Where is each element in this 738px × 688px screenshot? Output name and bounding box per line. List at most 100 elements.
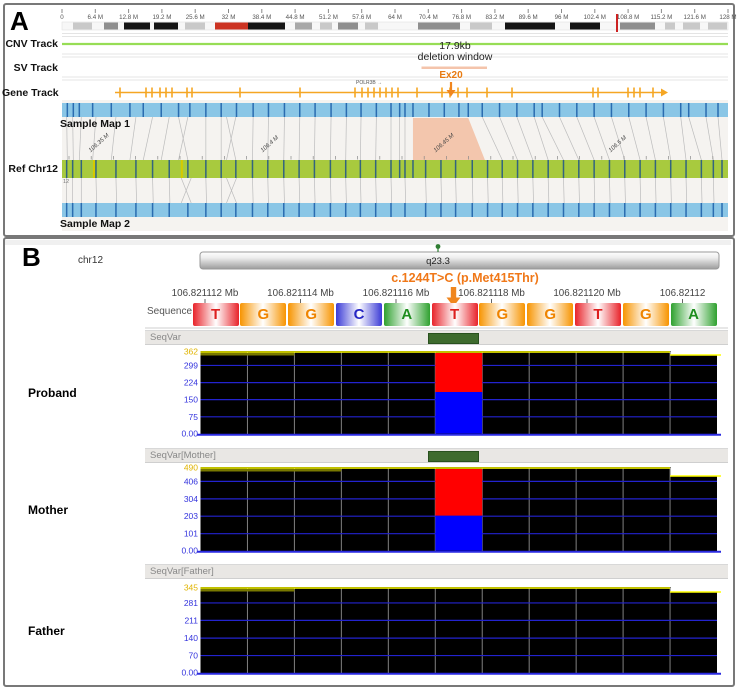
ideogram-band bbox=[320, 22, 332, 30]
ref-label-tick bbox=[205, 160, 207, 178]
ref-label-tick bbox=[71, 160, 74, 178]
ideogram-band bbox=[248, 22, 285, 30]
ruler-label: 89.6 M bbox=[519, 14, 538, 21]
sample-map-2-bar bbox=[62, 203, 728, 217]
map-molecule-tick bbox=[251, 203, 254, 217]
map-molecule-tick bbox=[345, 103, 348, 117]
seqvar-label: SeqVar[Mother] bbox=[150, 450, 216, 461]
map-molecule-tick bbox=[283, 203, 285, 217]
ref-label-tick bbox=[283, 160, 285, 178]
map-molecule-tick bbox=[547, 203, 549, 217]
exon-20-label: Ex20 bbox=[439, 70, 463, 81]
map-molecule-tick bbox=[404, 103, 406, 117]
map-molecule-tick bbox=[252, 103, 254, 117]
map-molecule-tick bbox=[458, 103, 460, 117]
seqvar-track-mother: SeqVar[Mother] bbox=[145, 448, 728, 463]
ruler-label: 70.4 M bbox=[419, 14, 438, 21]
map-molecule-tick bbox=[705, 103, 707, 117]
map-molecule-tick bbox=[576, 103, 578, 117]
ruler-label: 57.6 M bbox=[352, 14, 371, 21]
map-molecule-tick bbox=[71, 203, 74, 217]
sequence-base-T: T bbox=[192, 303, 239, 326]
map-molecule-tick bbox=[628, 103, 630, 117]
map-molecule-tick bbox=[110, 103, 113, 117]
ref-label-tick bbox=[712, 160, 715, 178]
map-molecule-tick bbox=[679, 103, 682, 117]
map-molecule-tick bbox=[205, 203, 207, 217]
coverage-step-notch bbox=[670, 467, 717, 476]
ruler-label: 83.2 M bbox=[485, 14, 504, 21]
y-axis-tick-label: 203 bbox=[184, 511, 198, 521]
y-axis-tick-label: 70 bbox=[189, 651, 199, 661]
ref-label-tick bbox=[187, 160, 189, 178]
ideogram-band bbox=[505, 22, 555, 30]
chr-number-label: 12 bbox=[63, 179, 70, 185]
sequence-base-G: G bbox=[527, 303, 574, 326]
map-molecule-tick bbox=[687, 103, 690, 117]
ruler-label: 51.2 M bbox=[319, 14, 338, 21]
ref-label-tick bbox=[608, 160, 611, 178]
variant-alt-allele-block bbox=[435, 392, 483, 434]
ideogram-band bbox=[365, 22, 378, 30]
map-molecule-tick bbox=[516, 203, 519, 217]
variant-ref-allele-block bbox=[435, 469, 483, 516]
map-molecule-tick bbox=[516, 103, 518, 117]
map-molecule-tick bbox=[330, 103, 332, 117]
map-molecule-tick bbox=[168, 203, 170, 217]
map-molecule-tick bbox=[235, 103, 238, 117]
y-axis-tick-label: 406 bbox=[184, 476, 198, 486]
sequence-base-C: C bbox=[335, 303, 383, 326]
ref-label-tick bbox=[115, 160, 117, 178]
ref-label-tick bbox=[251, 160, 254, 178]
ruler-label: 0 bbox=[60, 14, 64, 21]
map-molecule-tick bbox=[91, 103, 94, 117]
map-molecule-tick bbox=[80, 203, 83, 217]
map-molecule-tick bbox=[443, 103, 446, 117]
ref-label-tick bbox=[344, 160, 347, 178]
map-molecule-tick bbox=[624, 203, 626, 217]
map-molecule-tick bbox=[151, 203, 154, 217]
ideogram-band bbox=[73, 22, 92, 30]
map-molecule-tick bbox=[639, 203, 641, 217]
map-molecule-tick bbox=[578, 203, 580, 217]
map-molecule-tick bbox=[66, 103, 69, 117]
map-molecule-tick bbox=[404, 203, 406, 217]
map-molecule-tick bbox=[220, 203, 222, 217]
ref-label-tick bbox=[501, 160, 503, 178]
gene-track-label: Gene Track bbox=[2, 87, 59, 99]
ref-label-tick bbox=[471, 160, 474, 178]
map-molecule-tick bbox=[610, 103, 613, 117]
coverage-line-dim-segment bbox=[200, 353, 295, 356]
sequence-base-G: G bbox=[479, 303, 526, 326]
ruler-label: 76.8 M bbox=[452, 14, 471, 21]
y-axis-zero-label: 0.00 bbox=[181, 429, 198, 439]
map-molecule-tick bbox=[329, 203, 332, 217]
map-molecule-tick bbox=[654, 203, 657, 217]
map-molecule-tick bbox=[314, 103, 316, 117]
ref-label-tick bbox=[95, 160, 97, 178]
ruler-label: 32 M bbox=[222, 14, 236, 21]
ref-label-tick bbox=[220, 160, 222, 178]
variant-arrow-shaft bbox=[450, 287, 457, 298]
sequence-base-G: G bbox=[240, 303, 287, 326]
ruler-label: 38.4 M bbox=[252, 14, 271, 21]
sv-track-label: SV Track bbox=[13, 62, 58, 74]
y-axis-tick-label: 140 bbox=[184, 633, 198, 643]
map-molecule-tick bbox=[267, 203, 269, 217]
ruler-label: 19.2 M bbox=[152, 14, 171, 21]
panel-b-header-strip bbox=[5, 240, 731, 245]
ref-yellow-tick bbox=[92, 160, 95, 178]
variant-annotation-label: c.1244T>C (p.Met415Thr) bbox=[391, 271, 539, 285]
ref-label-tick bbox=[298, 160, 300, 178]
sequence-base-A: A bbox=[383, 303, 430, 326]
y-axis-tick-label: 211 bbox=[184, 615, 198, 625]
map-molecule-tick bbox=[424, 203, 427, 217]
map-molecule-tick bbox=[220, 103, 222, 117]
ref-label-tick bbox=[486, 160, 489, 178]
ref-label-tick bbox=[654, 160, 657, 178]
y-axis-tick-label: 101 bbox=[184, 529, 198, 539]
ref-label-tick bbox=[235, 160, 237, 178]
map-molecule-tick bbox=[95, 203, 97, 217]
seqvar-variant-box bbox=[428, 451, 479, 462]
map-molecule-tick bbox=[533, 103, 535, 117]
